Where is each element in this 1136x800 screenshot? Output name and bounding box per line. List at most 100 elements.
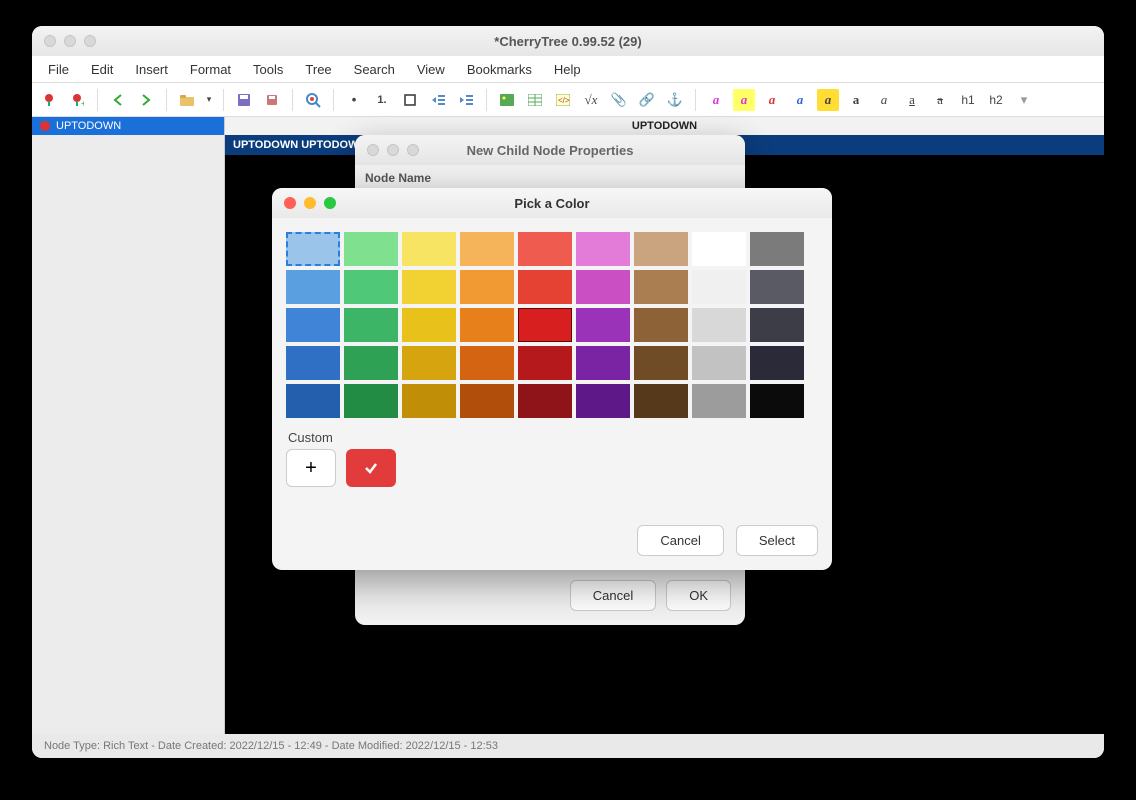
window-title: *CherryTree 0.99.52 (29) xyxy=(32,34,1104,49)
save-icon[interactable] xyxy=(233,89,255,111)
color-swatch[interactable] xyxy=(634,232,688,266)
checkbox-list-icon[interactable] xyxy=(399,89,421,111)
color-swatch[interactable] xyxy=(576,270,630,304)
bullet-list-icon[interactable]: • xyxy=(343,89,365,111)
color-swatch[interactable] xyxy=(576,308,630,342)
dialog1-cancel-button[interactable]: Cancel xyxy=(570,580,656,611)
strikethrough-icon[interactable]: a xyxy=(929,89,951,111)
color-swatch[interactable] xyxy=(518,346,572,380)
color-swatch[interactable] xyxy=(576,384,630,418)
folder-icon[interactable] xyxy=(176,89,198,111)
color-swatch[interactable] xyxy=(750,232,804,266)
color-swatch[interactable] xyxy=(576,232,630,266)
menu-insert[interactable]: Insert xyxy=(125,59,178,80)
format-a1-icon[interactable]: a xyxy=(705,89,727,111)
bold-icon[interactable]: a xyxy=(845,89,867,111)
color-swatch[interactable] xyxy=(692,384,746,418)
codebox-icon[interactable]: </> xyxy=(552,89,574,111)
color-swatch[interactable] xyxy=(286,384,340,418)
color-swatch[interactable] xyxy=(692,270,746,304)
menu-search[interactable]: Search xyxy=(344,59,405,80)
menu-help[interactable]: Help xyxy=(544,59,591,80)
indent-right-icon[interactable] xyxy=(455,89,477,111)
menu-edit[interactable]: Edit xyxy=(81,59,123,80)
color-swatch[interactable] xyxy=(750,384,804,418)
color-swatch[interactable] xyxy=(518,270,572,304)
color-swatch[interactable] xyxy=(402,270,456,304)
color-swatch[interactable] xyxy=(402,232,456,266)
color-swatch[interactable] xyxy=(286,346,340,380)
color-swatch[interactable] xyxy=(518,384,572,418)
color-swatch[interactable] xyxy=(460,270,514,304)
table-icon[interactable] xyxy=(524,89,546,111)
color-swatch[interactable] xyxy=(460,232,514,266)
chevron-down-icon[interactable]: ▾ xyxy=(204,89,214,111)
color-swatch[interactable] xyxy=(692,346,746,380)
pin-red-icon[interactable] xyxy=(38,89,60,111)
tree-item-uptodown[interactable]: UPTODOWN xyxy=(32,117,224,135)
color-swatch[interactable] xyxy=(402,384,456,418)
color-swatch[interactable] xyxy=(286,308,340,342)
menu-format[interactable]: Format xyxy=(180,59,241,80)
color-swatch[interactable] xyxy=(344,384,398,418)
link-icon[interactable]: 🔗 xyxy=(636,89,658,111)
add-custom-color-button[interactable]: + xyxy=(286,449,336,487)
tab-header[interactable]: UPTODOWN xyxy=(225,117,1104,135)
color-swatch[interactable] xyxy=(402,308,456,342)
italic-icon[interactable]: a xyxy=(873,89,895,111)
dialog1-buttons: Cancel OK xyxy=(570,580,731,611)
color-swatch[interactable] xyxy=(750,270,804,304)
color-swatch[interactable] xyxy=(576,346,630,380)
dialog1-ok-button[interactable]: OK xyxy=(666,580,731,611)
format-a4-icon[interactable]: a xyxy=(789,89,811,111)
menu-view[interactable]: View xyxy=(407,59,455,80)
h2-icon[interactable]: h2 xyxy=(985,89,1007,111)
search-icon[interactable] xyxy=(302,89,324,111)
color-swatch[interactable] xyxy=(286,270,340,304)
color-select-button[interactable]: Select xyxy=(736,525,818,556)
color-swatch[interactable] xyxy=(286,232,340,266)
color-swatch[interactable] xyxy=(460,308,514,342)
color-swatch[interactable] xyxy=(344,346,398,380)
color-swatch[interactable] xyxy=(344,308,398,342)
color-swatch[interactable] xyxy=(634,384,688,418)
color-swatch[interactable] xyxy=(402,346,456,380)
menu-bookmarks[interactable]: Bookmarks xyxy=(457,59,542,80)
format-a3-icon[interactable]: a xyxy=(761,89,783,111)
forward-icon[interactable] xyxy=(135,89,157,111)
color-swatch[interactable] xyxy=(692,232,746,266)
save-all-icon[interactable] xyxy=(261,89,283,111)
color-swatch[interactable] xyxy=(692,308,746,342)
underline-icon[interactable]: a xyxy=(901,89,923,111)
color-swatch[interactable] xyxy=(750,346,804,380)
back-icon[interactable] xyxy=(107,89,129,111)
menu-file[interactable]: File xyxy=(38,59,79,80)
attachment-icon[interactable]: 📎 xyxy=(608,89,630,111)
color-swatch[interactable] xyxy=(518,308,572,342)
format-a2-icon[interactable]: a xyxy=(733,89,755,111)
menu-tree[interactable]: Tree xyxy=(295,59,341,80)
anchor-icon[interactable]: ⚓ xyxy=(664,89,686,111)
color-swatch[interactable] xyxy=(344,232,398,266)
menu-tools[interactable]: Tools xyxy=(243,59,293,80)
custom-color-swatch[interactable] xyxy=(346,449,396,487)
color-swatch[interactable] xyxy=(344,270,398,304)
color-swatch[interactable] xyxy=(750,308,804,342)
dialog2-titlebar: Pick a Color xyxy=(272,188,832,218)
equation-icon[interactable]: √x xyxy=(580,89,602,111)
indent-left-icon[interactable] xyxy=(427,89,449,111)
more-icon[interactable]: ▾ xyxy=(1013,89,1035,111)
color-swatch[interactable] xyxy=(460,384,514,418)
color-swatch[interactable] xyxy=(518,232,572,266)
pin-green-icon[interactable]: + xyxy=(66,89,88,111)
numbered-list-icon[interactable]: 1. xyxy=(371,89,393,111)
color-swatch[interactable] xyxy=(634,346,688,380)
color-swatch[interactable] xyxy=(460,346,514,380)
format-a5-icon[interactable]: a xyxy=(817,89,839,111)
image-icon[interactable] xyxy=(496,89,518,111)
color-swatch[interactable] xyxy=(634,308,688,342)
h1-icon[interactable]: h1 xyxy=(957,89,979,111)
tree-sidebar[interactable]: UPTODOWN xyxy=(32,117,225,734)
color-swatch[interactable] xyxy=(634,270,688,304)
color-cancel-button[interactable]: Cancel xyxy=(637,525,723,556)
